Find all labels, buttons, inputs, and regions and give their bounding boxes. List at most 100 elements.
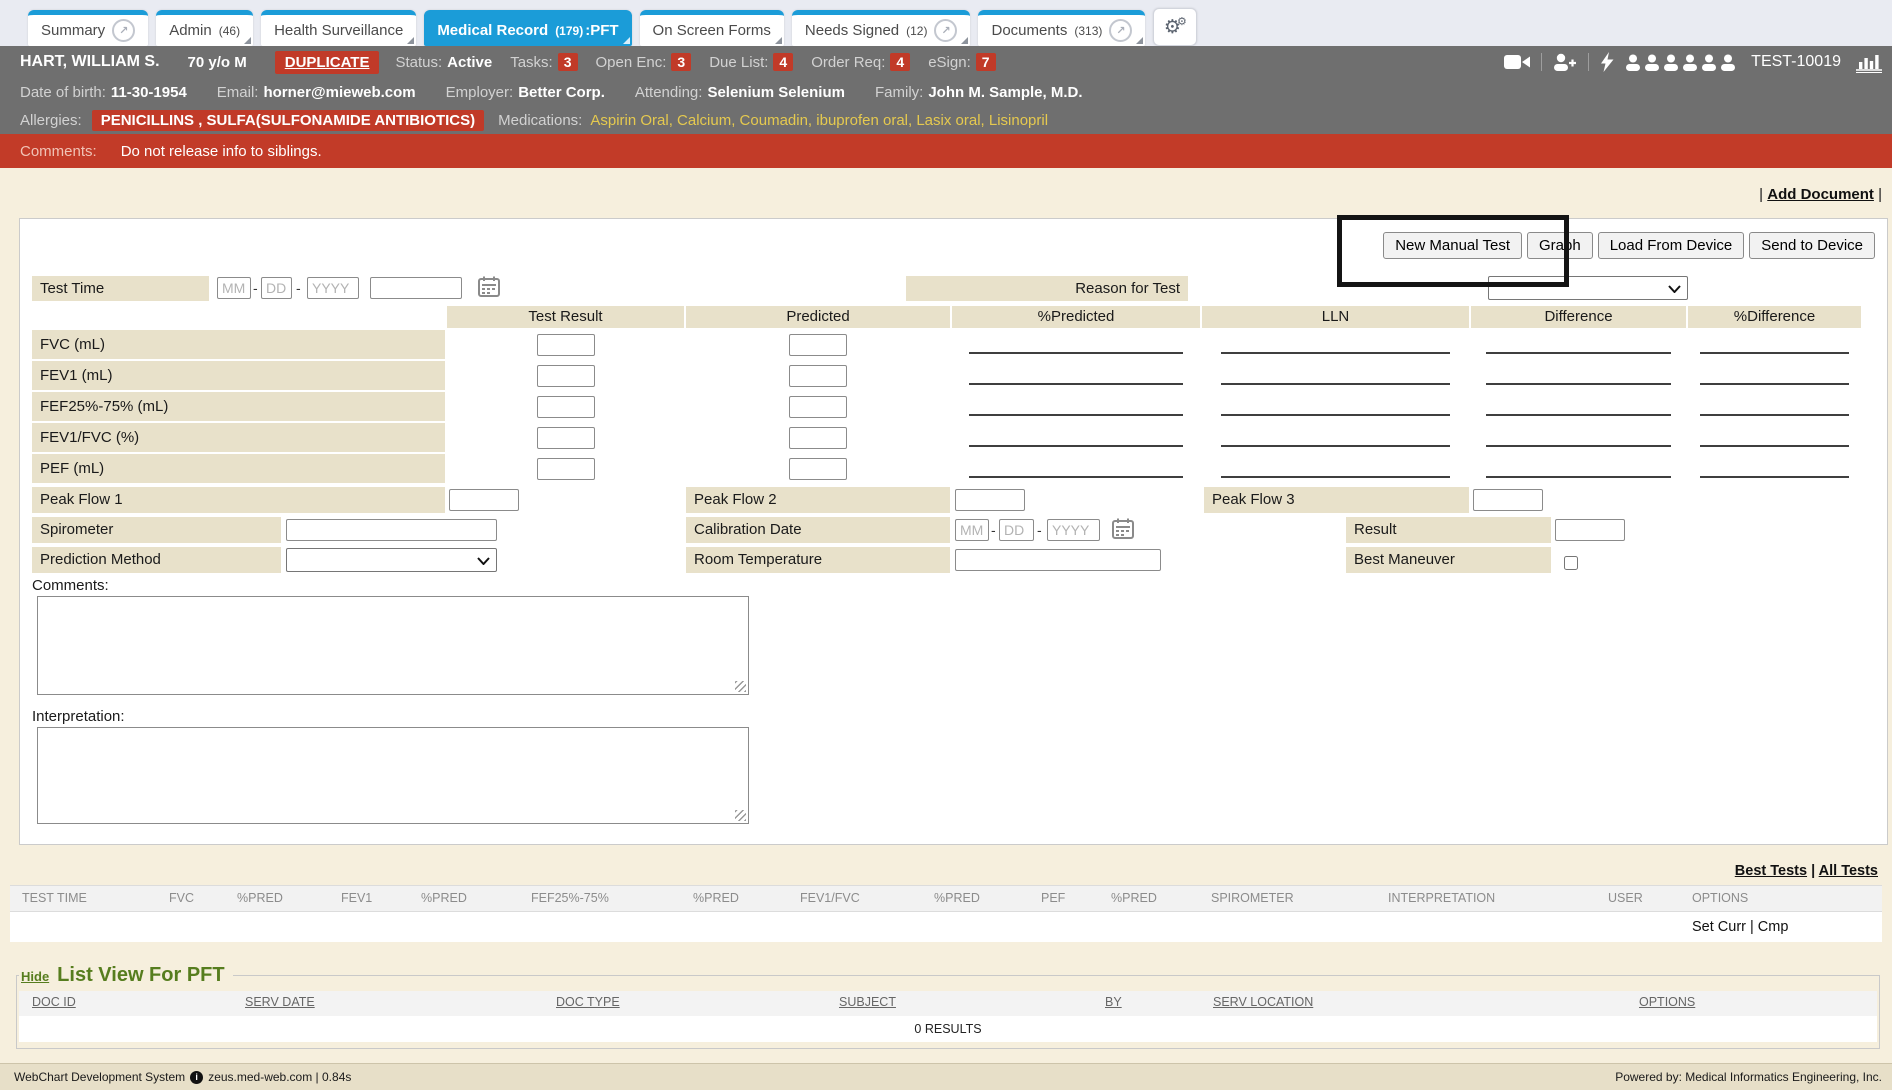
- lightning-bolt-icon[interactable]: [1600, 52, 1614, 72]
- fev1fvc-lln-cell: [1202, 423, 1469, 452]
- result-input[interactable]: [1555, 519, 1625, 541]
- spirometer-input[interactable]: [286, 519, 497, 541]
- load-from-device-button[interactable]: Load From Device: [1598, 232, 1745, 259]
- allergies-value[interactable]: PENICILLINS , SULFA(SULFONAMIDE ANTIBIOT…: [92, 110, 484, 131]
- external-link-icon[interactable]: ↗: [1109, 19, 1132, 42]
- pef-result-input[interactable]: [537, 458, 595, 480]
- attending-value: Selenium Selenium: [707, 84, 845, 101]
- external-link-icon[interactable]: ↗: [934, 19, 957, 42]
- peak-flow-2-input[interactable]: [955, 489, 1025, 511]
- calibration-month-input[interactable]: [955, 519, 989, 541]
- test-time-year-input[interactable]: [307, 277, 359, 299]
- peak-flow-3-input[interactable]: [1473, 489, 1543, 511]
- info-icon[interactable]: i: [190, 1071, 203, 1084]
- tab-on-screen-forms[interactable]: On Screen Forms: [640, 10, 784, 46]
- order-req-label: Order Req:: [811, 54, 885, 71]
- fvc-result-input[interactable]: [537, 334, 595, 356]
- room-temperature-input[interactable]: [955, 549, 1161, 571]
- spacer-cell: [32, 306, 445, 328]
- tab-summary[interactable]: Summary ↗: [28, 10, 148, 46]
- new-manual-test-button[interactable]: New Manual Test: [1383, 232, 1522, 259]
- hide-link[interactable]: Hide: [21, 969, 49, 984]
- order-req-count-badge[interactable]: 4: [890, 53, 910, 71]
- tab-label: On Screen Forms: [653, 22, 771, 39]
- due-list-count-badge[interactable]: 4: [773, 53, 793, 71]
- doc-col-subject[interactable]: SUBJECT: [839, 995, 896, 1009]
- graph-button[interactable]: Graph: [1527, 232, 1593, 259]
- doc-col-options[interactable]: OPTIONS: [1639, 995, 1695, 1009]
- reason-for-test-select[interactable]: [1488, 276, 1688, 300]
- tab-admin[interactable]: Admin (46): [156, 10, 253, 46]
- fvc-predicted-input[interactable]: [789, 334, 847, 356]
- row-label-pef: PEF (mL): [32, 454, 445, 483]
- comments-banner-text: Do not release info to siblings.: [121, 143, 322, 160]
- doc-col-doc-type[interactable]: DOC TYPE: [556, 995, 620, 1009]
- duplicate-badge[interactable]: DUPLICATE: [275, 51, 380, 74]
- prediction-method-select[interactable]: [286, 548, 497, 572]
- pef-predicted-input[interactable]: [789, 458, 847, 480]
- doc-col-by[interactable]: BY: [1105, 995, 1122, 1009]
- calendar-icon[interactable]: [1112, 518, 1134, 544]
- fev1-result-input[interactable]: [537, 365, 595, 387]
- empty-value-underline: [1486, 445, 1671, 447]
- settings-gear-button[interactable]: ⚙⚙: [1153, 8, 1197, 46]
- tab-documents[interactable]: Documents (313) ↗: [978, 10, 1145, 46]
- calibration-year-input[interactable]: [1047, 519, 1100, 541]
- video-camera-icon[interactable]: [1504, 54, 1530, 70]
- fev1-predicted-cell: [686, 361, 950, 390]
- doc-col-serv-date[interactable]: SERV DATE: [245, 995, 315, 1009]
- results-col-pred2: %PRED: [421, 891, 467, 905]
- tab-bar: Summary ↗ Admin (46) Health Surveillance…: [0, 0, 1892, 46]
- best-tests-link[interactable]: Best Tests: [1735, 863, 1807, 879]
- tab-needs-signed[interactable]: Needs Signed (12) ↗: [792, 10, 971, 46]
- interpretation-textarea[interactable]: [37, 727, 749, 824]
- divider: [1541, 53, 1542, 71]
- comments-textarea[interactable]: [37, 596, 749, 695]
- best-maneuver-checkbox[interactable]: [1564, 556, 1578, 570]
- separator: |: [1759, 186, 1763, 203]
- set-curr-cmp-links[interactable]: Set Curr | Cmp: [1692, 912, 1788, 942]
- open-enc-count-badge[interactable]: 3: [671, 53, 691, 71]
- interpretation-label: Interpretation:: [32, 708, 125, 725]
- fev1fvc-predicted-cell: [686, 423, 950, 452]
- fvc-lln-cell: [1202, 330, 1469, 359]
- add-person-icon[interactable]: [1553, 53, 1577, 71]
- send-to-device-button[interactable]: Send to Device: [1749, 232, 1875, 259]
- results-col-fvc: FVC: [169, 891, 194, 905]
- esign-count-badge[interactable]: 7: [976, 53, 996, 71]
- doc-col-doc-id[interactable]: DOC ID: [32, 995, 76, 1009]
- fvc-pct-predicted-cell: [952, 330, 1200, 359]
- status-label: Status:: [395, 54, 442, 71]
- fev1fvc-predicted-input[interactable]: [789, 427, 847, 449]
- care-team-icons[interactable]: [1625, 54, 1736, 71]
- empty-value-underline: [1221, 414, 1451, 416]
- results-col-pred1: %PRED: [237, 891, 283, 905]
- doc-col-serv-location[interactable]: SERV LOCATION: [1213, 995, 1313, 1009]
- external-link-icon[interactable]: ↗: [112, 19, 135, 42]
- empty-value-underline: [1486, 476, 1671, 478]
- fev1fvc-result-input[interactable]: [537, 427, 595, 449]
- col-pct-predicted: %Predicted: [952, 306, 1200, 328]
- fef-predicted-input[interactable]: [789, 396, 847, 418]
- measurement-table-header: Test Result Predicted %Predicted LLN Dif…: [32, 306, 1861, 328]
- add-document-link[interactable]: Add Document: [1767, 186, 1874, 203]
- fef-pct-predicted-cell: [952, 392, 1200, 421]
- status-value: Active: [447, 54, 492, 71]
- test-time-day-input[interactable]: [261, 277, 292, 299]
- tasks-count-badge[interactable]: 3: [558, 53, 578, 71]
- fef-result-input[interactable]: [537, 396, 595, 418]
- test-time-time-input[interactable]: [370, 277, 462, 299]
- calibration-day-input[interactable]: [999, 519, 1034, 541]
- bar-chart-icon[interactable]: [1856, 52, 1882, 73]
- tab-label: Admin: [169, 22, 212, 39]
- medications-value[interactable]: Aspirin Oral, Calcium, Coumadin, ibuprof…: [590, 112, 1048, 129]
- tab-health-surveillance[interactable]: Health Surveillance: [261, 10, 416, 46]
- tab-label: Summary: [41, 22, 105, 39]
- calendar-icon[interactable]: [478, 276, 500, 302]
- test-time-month-input[interactable]: [217, 277, 251, 299]
- all-tests-link[interactable]: All Tests: [1819, 863, 1878, 879]
- tab-medical-record[interactable]: Medical Record (179) :PFT: [424, 10, 631, 46]
- peak-flow-1-input[interactable]: [449, 489, 519, 511]
- chevron-down-icon: [477, 557, 490, 565]
- fev1-predicted-input[interactable]: [789, 365, 847, 387]
